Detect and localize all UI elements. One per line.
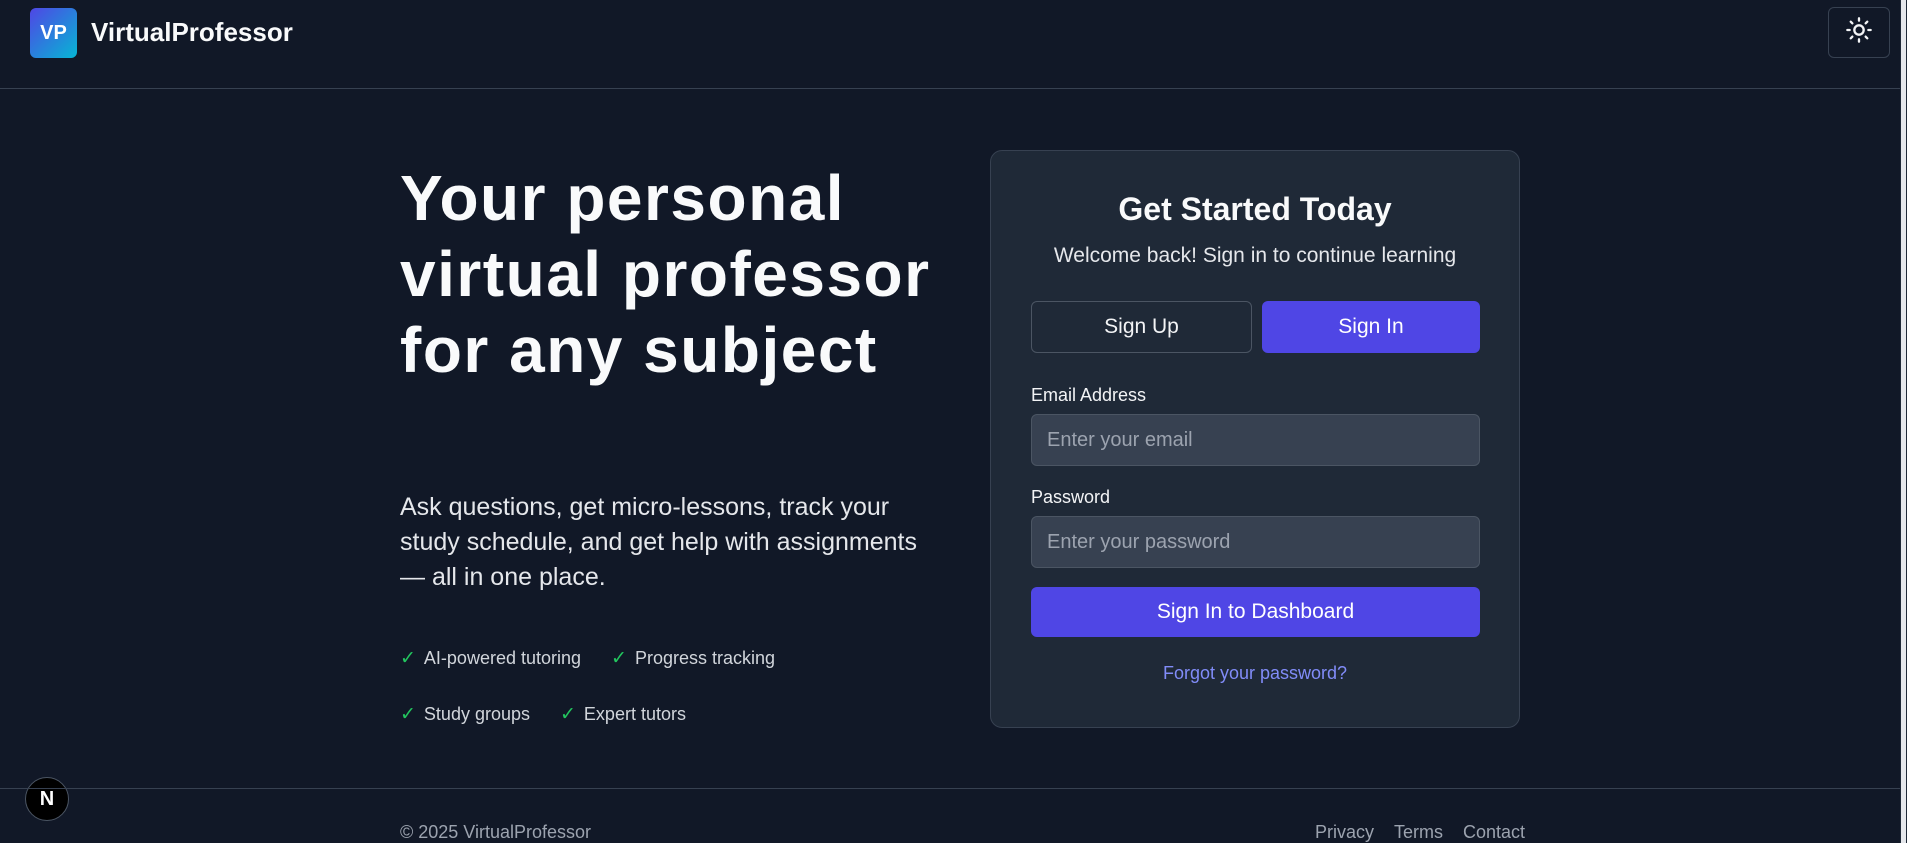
feature-label: Expert tutors <box>583 703 686 724</box>
feature-label: AI-powered tutoring <box>423 647 582 668</box>
check-icon: ✓ <box>400 647 416 669</box>
sun-icon <box>1845 16 1873 49</box>
feature-item: ✓ AI-powered tutoring <box>400 630 581 686</box>
tab-sign-up[interactable]: Sign Up <box>1031 301 1252 353</box>
top-header: VP VirtualProfessor <box>0 0 1900 89</box>
logo-icon[interactable]: VP <box>30 8 77 58</box>
auth-card: Get Started Today Welcome back! Sign in … <box>990 150 1520 728</box>
check-icon: ✓ <box>611 647 627 669</box>
feature-label: Study groups <box>423 703 530 724</box>
tab-sign-in[interactable]: Sign In <box>1262 301 1480 353</box>
copyright-text: © 2025 VirtualProfessor <box>400 822 592 842</box>
scrollbar-thumb[interactable] <box>1901 0 1906 843</box>
feature-item: ✓ Progress tracking <box>611 630 775 686</box>
theme-toggle-button[interactable] <box>1828 7 1890 58</box>
feature-item: ✓ Study groups <box>400 686 530 742</box>
email-label: Email Address <box>1031 385 1147 405</box>
footer-link-privacy[interactable]: Privacy <box>1315 822 1374 843</box>
feature-list: ✓ AI-powered tutoring ✓ Progress trackin… <box>400 630 960 742</box>
check-icon: ✓ <box>560 703 576 725</box>
feature-label: Progress tracking <box>634 647 775 668</box>
auth-card-title: Get Started Today <box>1118 191 1392 227</box>
brand-name[interactable]: VirtualProfessor <box>91 17 293 48</box>
forgot-password-label[interactable]: Forgot your password? <box>1163 663 1347 683</box>
forgot-password-link[interactable]: Forgot your password? <box>991 663 1519 684</box>
footer: © 2025 VirtualProfessor Privacy Terms Co… <box>0 788 1900 843</box>
hero-subheading: Ask questions, get micro-lessons, track … <box>400 493 917 591</box>
sign-in-dashboard-button[interactable]: Sign In to Dashboard <box>1031 587 1480 637</box>
footer-links: Privacy Terms Contact <box>1315 822 1525 843</box>
footer-link-terms[interactable]: Terms <box>1394 822 1443 843</box>
footer-link-contact[interactable]: Contact <box>1463 822 1525 843</box>
password-field[interactable] <box>1031 516 1480 568</box>
check-icon: ✓ <box>400 703 416 725</box>
email-field[interactable] <box>1031 414 1480 466</box>
auth-card-subtitle: Welcome back! Sign in to continue learni… <box>1053 244 1457 267</box>
hero-heading: Your personal virtual professor for any … <box>400 162 931 386</box>
password-label: Password <box>1031 487 1111 507</box>
feature-item: ✓ Expert tutors <box>560 686 686 742</box>
